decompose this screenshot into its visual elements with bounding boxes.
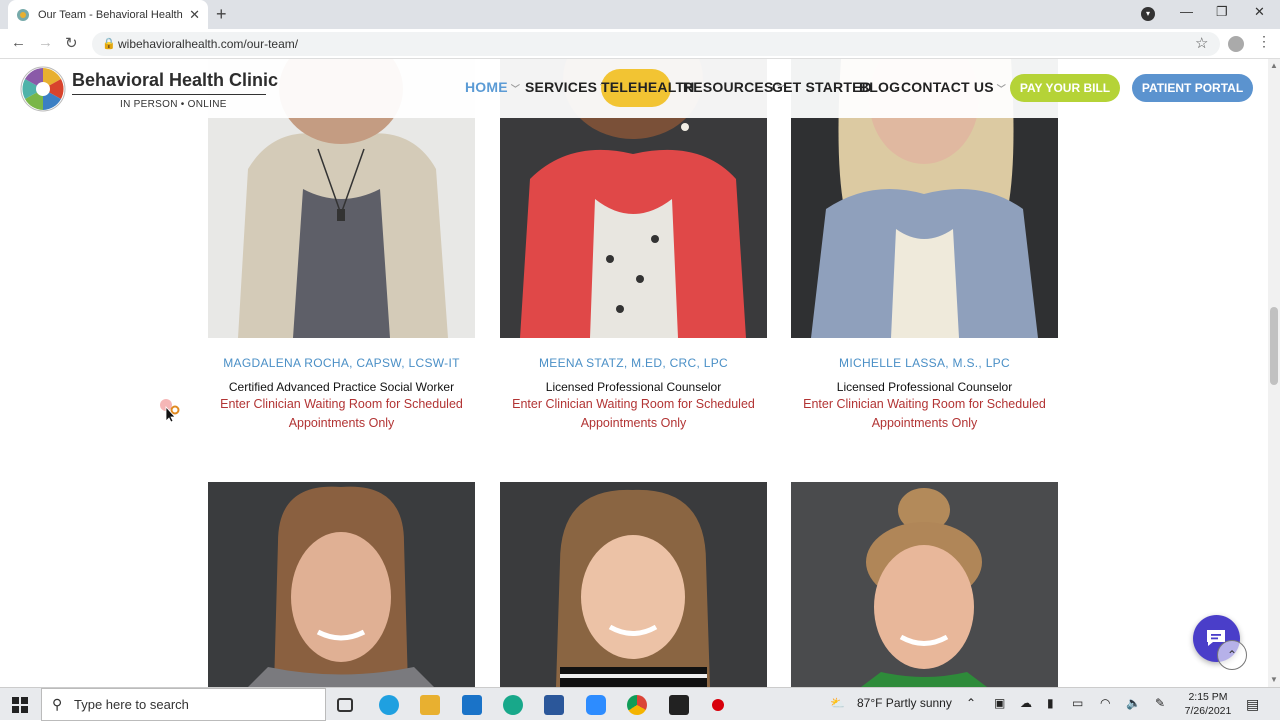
new-tab-button[interactable]: + bbox=[216, 4, 227, 25]
tab-close-icon[interactable]: ✕ bbox=[189, 7, 200, 23]
mouse-cursor-icon bbox=[160, 399, 180, 422]
taskbar-clock[interactable]: 2:15 PM 7/26/2021 bbox=[1180, 690, 1236, 718]
tray-app-icon[interactable]: ▣ bbox=[994, 696, 1005, 710]
nav-contact-label: CONTACT US bbox=[901, 79, 994, 95]
wifi-icon[interactable]: ◠ bbox=[1100, 696, 1110, 710]
search-icon: ⚲ bbox=[52, 696, 63, 712]
nav-services-label: SERVICES bbox=[525, 79, 598, 95]
nav-blog[interactable]: BLOG bbox=[859, 79, 900, 95]
logo-divider bbox=[72, 94, 266, 95]
tray-chevron-up-icon[interactable]: ⌃ bbox=[966, 696, 976, 710]
scroll-thumb[interactable] bbox=[1270, 307, 1278, 385]
team-photo bbox=[500, 482, 767, 687]
pen-icon[interactable]: ✎ bbox=[1155, 696, 1165, 710]
chevron-down-icon: ﹀ bbox=[510, 84, 521, 94]
nav-telehealth[interactable]: TELEHEALTH bbox=[601, 79, 695, 95]
pay-bill-button[interactable]: PAY YOUR BILL bbox=[1010, 74, 1120, 102]
patient-portal-button[interactable]: PATIENT PORTAL bbox=[1132, 74, 1253, 102]
browser-tabstrip: Our Team - Behavioral Health Cli ✕ + ▾ —… bbox=[0, 0, 1280, 29]
task-view-icon[interactable] bbox=[337, 698, 353, 712]
browser-tab[interactable]: Our Team - Behavioral Health Cli ✕ bbox=[8, 0, 208, 29]
notifications-icon[interactable]: ▤ bbox=[1246, 696, 1259, 713]
url-text: wibehavioralhealth.com/our-team/ bbox=[118, 37, 299, 51]
nav-services[interactable]: SERVICES﹀ bbox=[525, 79, 609, 95]
nav-resources[interactable]: RESOURCES ﹀ bbox=[683, 79, 786, 95]
site-favicon-icon bbox=[17, 8, 29, 21]
clinician-name: MEENA STATZ, M.ED, CRC, LPC bbox=[538, 356, 728, 370]
nav-home-label: HOME bbox=[465, 79, 508, 95]
weather-text[interactable]: 87°F Partly sunny bbox=[857, 696, 952, 710]
window-close-icon[interactable]: ✕ bbox=[1254, 4, 1265, 20]
sticky-notes-icon[interactable] bbox=[669, 695, 689, 715]
mail-icon[interactable] bbox=[462, 695, 482, 715]
weather-icon[interactable]: ⛅ bbox=[830, 696, 845, 710]
windows-taskbar: ⚲ Type here to search ⛅ 87°F Partly sunn… bbox=[0, 687, 1280, 721]
waiting-room-link[interactable]: Enter Clinician Waiting Room for Schedul… bbox=[791, 395, 1058, 432]
chrome-icon[interactable] bbox=[627, 695, 647, 715]
clock-time: 2:15 PM bbox=[1188, 691, 1228, 703]
nav-get-started[interactable]: GET STARTED bbox=[772, 79, 872, 95]
zoom-icon[interactable] bbox=[586, 695, 606, 715]
edge-icon[interactable] bbox=[379, 695, 399, 715]
address-bar[interactable]: 🔒 wibehavioralhealth.com/our-team/ bbox=[92, 32, 1220, 56]
maximize-icon[interactable]: ❐ bbox=[1216, 4, 1228, 20]
team-photo bbox=[791, 482, 1058, 687]
browser-menu-icon[interactable]: ⋮ bbox=[1257, 33, 1271, 50]
waiting-room-link[interactable]: Enter Clinician Waiting Room for Schedul… bbox=[208, 395, 475, 432]
clinician-role: Licensed Professional Counselor bbox=[545, 380, 722, 394]
tab-search-icon[interactable]: ▾ bbox=[1141, 7, 1155, 21]
page-scrollbar[interactable]: ▲ ▼ bbox=[1268, 59, 1280, 687]
chevron-down-icon: ﹀ bbox=[996, 84, 1006, 94]
app-icon[interactable] bbox=[503, 695, 523, 715]
taskbar-search-input[interactable]: ⚲ Type here to search bbox=[41, 688, 326, 721]
browser-toolbar: ← → ↻ 🔒 wibehavioralhealth.com/our-team/ bbox=[0, 29, 1280, 59]
clinic-tagline: IN PERSON • ONLINE bbox=[120, 99, 227, 110]
nav-home[interactable]: HOME ﹀ bbox=[465, 79, 520, 95]
taskbar-search-placeholder: Type here to search bbox=[74, 697, 189, 712]
bookmark-star-icon[interactable]: ☆ bbox=[1195, 34, 1208, 52]
word-icon[interactable] bbox=[544, 695, 564, 715]
profile-avatar-icon[interactable] bbox=[1228, 36, 1244, 52]
file-explorer-icon[interactable] bbox=[420, 695, 440, 715]
windows-start-icon[interactable] bbox=[12, 697, 28, 713]
onedrive-icon[interactable]: ☁ bbox=[1020, 696, 1032, 710]
scroll-up-icon[interactable]: ▲ bbox=[1270, 61, 1278, 70]
usb-icon[interactable]: ▮ bbox=[1047, 696, 1054, 710]
back-icon[interactable]: ← bbox=[11, 34, 26, 51]
record-icon[interactable] bbox=[712, 699, 724, 711]
clock-date: 7/26/2021 bbox=[1184, 705, 1232, 717]
nav-contact[interactable]: CONTACT US ﹀ bbox=[901, 79, 1006, 95]
volume-icon[interactable]: 🔈 bbox=[1126, 696, 1141, 710]
clinician-name: MAGDALENA ROCHA, CAPSW, LCSW-IT bbox=[223, 356, 460, 370]
clinician-role: Licensed Professional Counselor bbox=[836, 380, 1013, 394]
team-photo bbox=[208, 482, 475, 687]
lock-icon: 🔒 bbox=[102, 38, 116, 50]
nav-resources-label: RESOURCES bbox=[683, 79, 774, 95]
battery-icon[interactable]: ▭ bbox=[1072, 696, 1083, 710]
scroll-to-top-button[interactable]: ⌃ bbox=[1217, 640, 1247, 670]
clinician-role: Certified Advanced Practice Social Worke… bbox=[228, 380, 455, 394]
clinic-logo-icon[interactable] bbox=[20, 66, 66, 112]
waiting-room-link[interactable]: Enter Clinician Waiting Room for Schedul… bbox=[500, 395, 767, 432]
minimize-icon[interactable]: — bbox=[1180, 4, 1193, 19]
clinician-name: MICHELLE LASSA, M.S., LPC bbox=[839, 356, 1010, 370]
forward-icon[interactable]: → bbox=[38, 34, 53, 51]
site-header: Behavioral Health Clinic IN PERSON • ONL… bbox=[0, 59, 1268, 118]
clinic-name[interactable]: Behavioral Health Clinic bbox=[72, 70, 278, 91]
reload-icon[interactable]: ↻ bbox=[65, 34, 78, 52]
scroll-down-icon[interactable]: ▼ bbox=[1270, 675, 1278, 684]
tab-title: Our Team - Behavioral Health Cli bbox=[38, 8, 184, 21]
